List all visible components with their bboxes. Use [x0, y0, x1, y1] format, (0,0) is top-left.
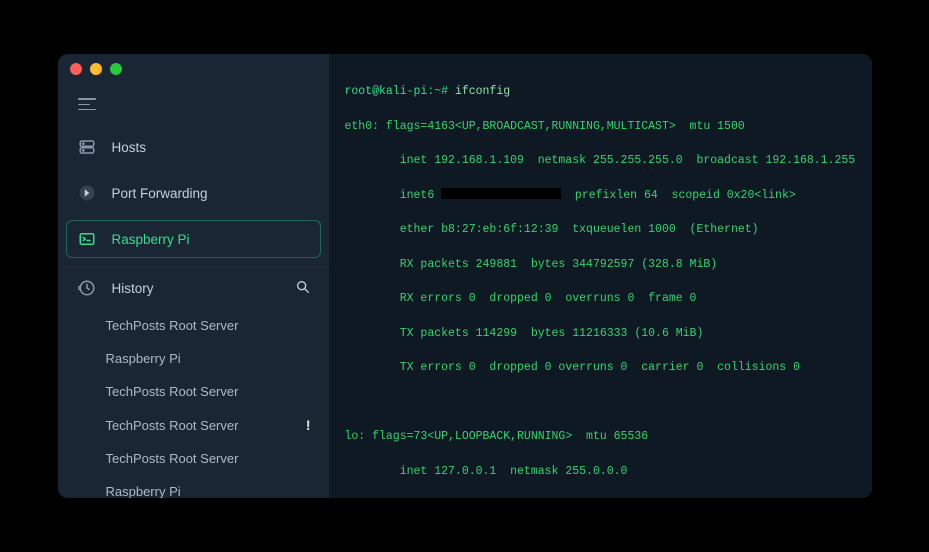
- maximize-window-button[interactable]: [110, 63, 122, 75]
- sidebar-item-label: Port Forwarding: [112, 186, 208, 201]
- terminal-output: TX errors 0 dropped 0 overruns 0 carrier…: [345, 359, 856, 376]
- terminal-output: inet6 prefixlen 64 scopeid 0x20<link>: [345, 187, 856, 204]
- terminal-output: ether b8:27:eb:6f:12:39 txqueuelen 1000 …: [345, 221, 856, 238]
- terminal-output: inet6 ::1 prefixlen 128 scopeid 0x10<hos…: [345, 497, 856, 498]
- history-item[interactable]: TechPosts Root Server: [58, 375, 329, 408]
- terminal-output: RX errors 0 dropped 0 overruns 0 frame 0: [345, 290, 856, 307]
- close-window-button[interactable]: [70, 63, 82, 75]
- hamburger-icon: [78, 98, 96, 110]
- history-icon: [76, 277, 98, 299]
- history-item-label: Raspberry Pi: [106, 484, 181, 498]
- history-item[interactable]: TechPosts Root Server: [58, 309, 329, 342]
- forward-icon: [76, 182, 98, 204]
- history-list: TechPosts Root Server Raspberry Pi TechP…: [58, 309, 329, 498]
- prompt-symbol: #: [441, 85, 448, 98]
- sidebar-item-label: Hosts: [112, 140, 147, 155]
- server-icon: [76, 136, 98, 158]
- sidebar-item-hosts[interactable]: Hosts: [58, 124, 329, 170]
- menu-button[interactable]: [58, 84, 329, 124]
- sidebar: Hosts Port Forwarding Raspberry Pi: [58, 54, 329, 498]
- history-item-label: TechPosts Root Server: [106, 318, 239, 333]
- terminal-icon: [76, 228, 98, 250]
- search-icon[interactable]: [295, 279, 311, 298]
- sidebar-item-label: Raspberry Pi: [112, 232, 190, 247]
- terminal-output: inet 192.168.1.109 netmask 255.255.255.0…: [345, 152, 856, 169]
- terminal-output: inet 127.0.0.1 netmask 255.0.0.0: [345, 463, 856, 480]
- history-item-label: TechPosts Root Server: [106, 418, 239, 433]
- terminal-pane[interactable]: root@kali-pi:~# ifconfig eth0: flags=416…: [329, 54, 872, 498]
- history-item-label: TechPosts Root Server: [106, 451, 239, 466]
- terminal-output: RX packets 249881 bytes 344792597 (328.8…: [345, 256, 856, 273]
- prompt-user: root@kali-pi: [345, 85, 428, 98]
- terminal-prompt: root@kali-pi:~# ifconfig: [345, 83, 856, 100]
- history-item[interactable]: Raspberry Pi: [58, 475, 329, 498]
- terminal-blank: [345, 394, 856, 411]
- terminal-output: eth0: flags=4163<UP,BROADCAST,RUNNING,MU…: [345, 118, 856, 135]
- history-label: History: [112, 281, 154, 296]
- history-section-header: History: [58, 266, 329, 309]
- warning-icon: !: [306, 417, 311, 433]
- sidebar-item-port-forwarding[interactable]: Port Forwarding: [58, 170, 329, 216]
- sidebar-item-raspberry-pi[interactable]: Raspberry Pi: [58, 216, 329, 262]
- terminal-output: TX packets 114299 bytes 11216333 (10.6 M…: [345, 325, 856, 342]
- terminal-command: ifconfig: [455, 85, 510, 98]
- titlebar: [58, 54, 329, 84]
- history-item[interactable]: TechPosts Root Server !: [58, 408, 329, 442]
- terminal-output: lo: flags=73<UP,LOOPBACK,RUNNING> mtu 65…: [345, 428, 856, 445]
- app-window: Hosts Port Forwarding Raspberry Pi: [58, 54, 872, 498]
- minimize-window-button[interactable]: [90, 63, 102, 75]
- history-item[interactable]: TechPosts Root Server: [58, 442, 329, 475]
- history-item[interactable]: Raspberry Pi: [58, 342, 329, 375]
- history-item-label: Raspberry Pi: [106, 351, 181, 366]
- redacted-block: [441, 188, 561, 199]
- history-item-label: TechPosts Root Server: [106, 384, 239, 399]
